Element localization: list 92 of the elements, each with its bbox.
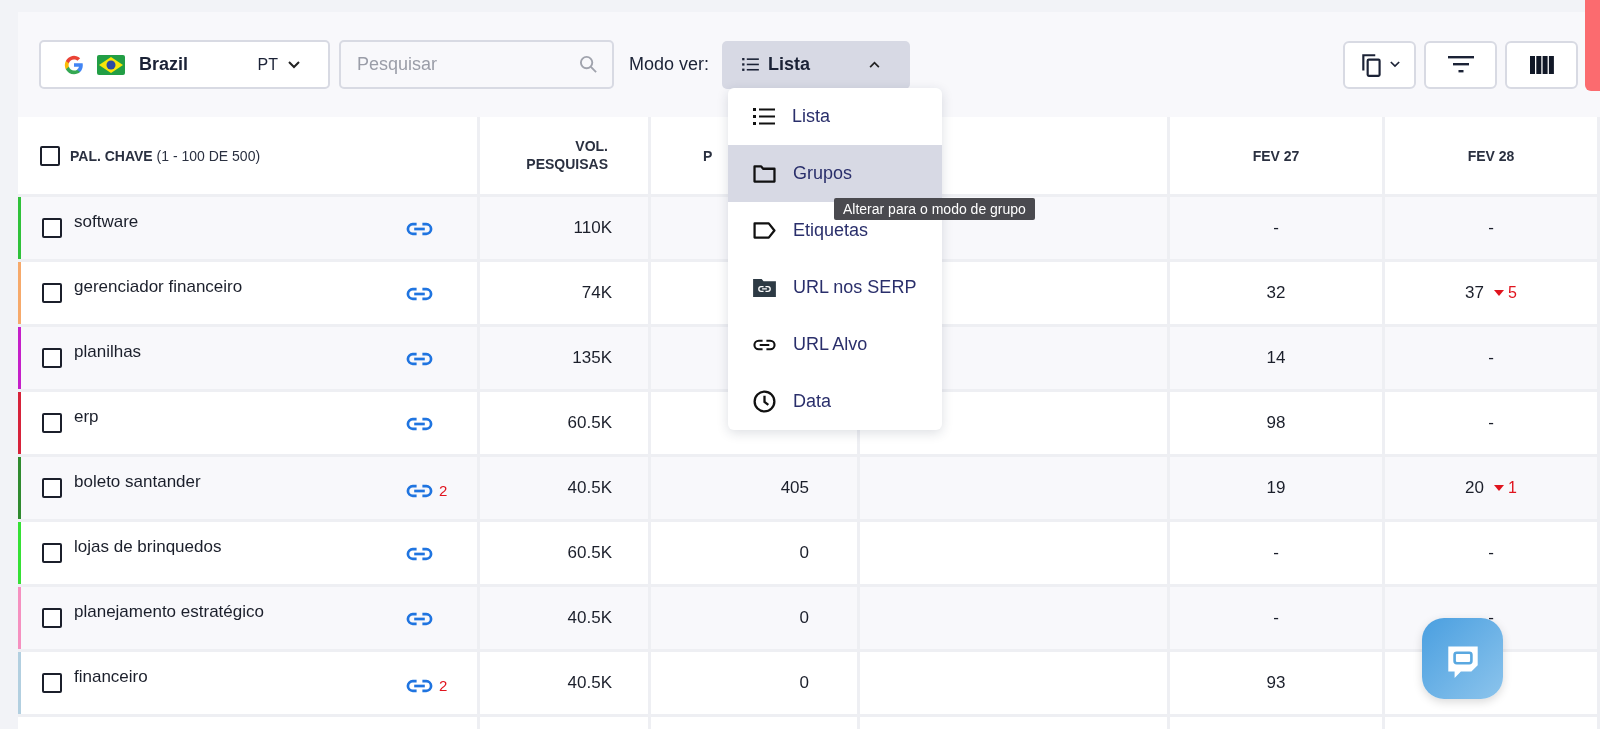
columns-button[interactable] (1505, 40, 1578, 89)
table-cell: 74K (480, 262, 651, 327)
link-icon[interactable] (406, 222, 433, 236)
table-cell: 19 (1170, 457, 1385, 522)
keyword-text: erp (74, 407, 99, 427)
url-count: 2 (439, 482, 448, 499)
menu-item[interactable]: Grupos (728, 145, 942, 202)
menu-item[interactable]: URL Alvo (728, 316, 942, 373)
down-triangle-icon (1494, 485, 1504, 491)
keyword-text: financeiro (74, 667, 148, 687)
table-cell: 0 (651, 587, 860, 652)
folder-icon (753, 164, 776, 183)
checkbox[interactable] (42, 673, 62, 693)
checkbox[interactable] (42, 543, 62, 563)
caret-icon (288, 60, 300, 69)
cell-value: - (1488, 348, 1494, 368)
folder-link-icon (753, 278, 776, 297)
rank-change: 5 (1508, 284, 1517, 302)
column-header[interactable]: VOL. PESQUISAS (518, 138, 608, 173)
columns-icon (1529, 55, 1554, 74)
list-icon (753, 108, 775, 125)
table-cell: - (1170, 197, 1385, 262)
checkbox[interactable] (42, 608, 62, 628)
link-icon[interactable] (406, 417, 433, 431)
keyword-text: gerenciador financeiro (74, 277, 243, 297)
table-cell: 60.5K (480, 522, 651, 587)
table-cell: 60.5K (480, 392, 651, 457)
down-triangle-icon (1494, 290, 1504, 296)
link-icon[interactable] (406, 483, 433, 498)
filter-button[interactable] (1424, 40, 1497, 89)
table-cell: - (1170, 587, 1385, 652)
search-field[interactable]: Pesquisar (339, 40, 614, 89)
link-icon[interactable] (406, 678, 433, 693)
search-engine-selector[interactable]: Brazil PT (39, 40, 330, 89)
table-cell: 0 (651, 652, 860, 717)
column-header[interactable]: P (703, 147, 713, 164)
chat-button[interactable] (1422, 618, 1503, 699)
table-cell: 32 (1170, 262, 1385, 327)
column-header[interactable]: FEV 27 (1252, 147, 1300, 164)
table-cell: 135K (480, 327, 651, 392)
link-icon[interactable] (406, 287, 433, 301)
cell-value: - (1488, 543, 1494, 563)
cell-value: 20 (1465, 478, 1484, 498)
list-icon (742, 58, 760, 71)
table-cell: 98 (1170, 392, 1385, 457)
clock-icon (753, 390, 776, 413)
menu-item[interactable]: Data (728, 373, 942, 430)
table-cell: 40.5K (480, 587, 651, 652)
checkbox[interactable] (42, 348, 62, 368)
rank-change: 1 (1508, 479, 1517, 497)
caret-icon (869, 61, 881, 68)
tooltip: Alterar para o modo de grupo (834, 198, 1035, 220)
link-icon (753, 338, 776, 351)
cell-value: - (1488, 608, 1494, 628)
table-cell: - (1170, 522, 1385, 587)
link-icon[interactable] (406, 612, 433, 626)
keyword-text: lojas de brinquedos (74, 537, 222, 557)
url-count: 2 (439, 677, 448, 694)
keyword-text: software (74, 212, 139, 232)
view-mode-dropdown[interactable]: Lista (722, 40, 911, 89)
google-icon (63, 53, 85, 76)
table-cell: 40.5K (480, 652, 651, 717)
copy-button[interactable] (1343, 40, 1416, 89)
checkbox[interactable] (42, 283, 62, 303)
cell-value: - (1488, 413, 1494, 433)
table-cell: 14 (1170, 327, 1385, 392)
tag-icon (753, 222, 776, 239)
table-cell: 405 (651, 457, 860, 522)
search-icon (579, 55, 598, 74)
checkbox[interactable] (42, 218, 62, 238)
keyword-text: planejamento estratégico (74, 602, 264, 622)
filter-icon (1447, 55, 1474, 74)
table-cell: 40.5K (480, 457, 651, 522)
link-icon[interactable] (406, 352, 433, 366)
checkbox[interactable] (42, 413, 62, 433)
checkbox[interactable] (42, 478, 62, 498)
column-header[interactable]: FEV 28 (1467, 147, 1515, 164)
caret-icon (1390, 61, 1400, 68)
cell-value: 37 (1465, 283, 1484, 303)
checkbox[interactable] (40, 145, 60, 166)
keyword-text: planilhas (74, 342, 142, 362)
menu-item[interactable]: URL nos SERP (728, 259, 942, 316)
flag-icon (97, 54, 125, 75)
table-cell: 0 (651, 522, 860, 587)
table-cell: 110K (480, 197, 651, 262)
menu-item[interactable]: Lista (728, 88, 942, 145)
column-header[interactable]: PAL. CHAVE (1 - 100 DE 500) (70, 147, 261, 164)
view-mode-label: Modo ver: (629, 54, 710, 75)
table-cell: 93 (1170, 652, 1385, 717)
cell-value: - (1488, 218, 1494, 238)
keyword-text: boleto santander (74, 472, 201, 492)
link-icon[interactable] (406, 547, 433, 561)
